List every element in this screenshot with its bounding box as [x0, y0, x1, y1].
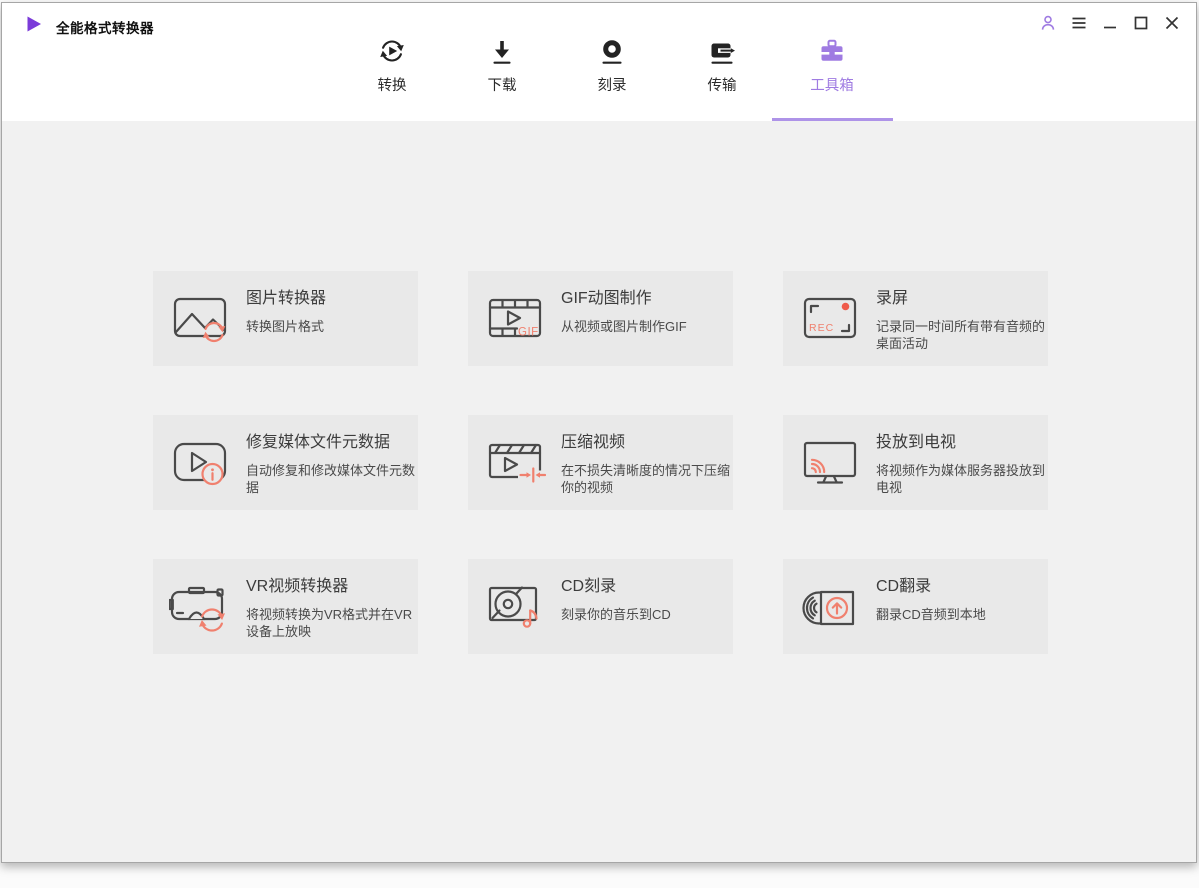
card-fix-metadata[interactable]: 修复媒体文件元数据 自动修复和修改媒体文件元数据	[153, 415, 418, 510]
tab-burn-label: 刻录	[597, 78, 627, 94]
card-vr-converter[interactable]: VR视频转换器 将视频转换为VR格式并在VR设备上放映	[153, 559, 418, 654]
card-cd-ripper[interactable]: CD翻录 翻录CD音频到本地	[783, 559, 1048, 654]
vr-converter-icon	[169, 586, 225, 632]
cast-to-tv-icon	[803, 441, 857, 484]
titlebar: 全能格式转换器	[24, 14, 154, 39]
app-header: 全能格式转换器 转换 下载 刻录 传输 工具箱	[2, 3, 1196, 121]
card-desc: 自动修复和修改媒体文件元数据	[246, 463, 416, 495]
download-icon	[488, 36, 516, 66]
card-title: 录屏	[876, 290, 909, 307]
close-icon[interactable]	[1162, 13, 1182, 33]
tab-toolbox[interactable]: 工具箱	[777, 36, 887, 98]
tab-burn[interactable]: 刻录	[557, 36, 667, 98]
card-gif-maker[interactable]: GIF GIF动图制作 从视频或图片制作GIF	[468, 271, 733, 366]
fix-metadata-icon	[173, 442, 227, 486]
window-title: 全能格式转换器	[56, 20, 154, 36]
card-title: VR视频转换器	[246, 578, 349, 595]
card-desc: 在不损失清晰度的情况下压缩你的视频	[561, 463, 731, 495]
menu-icon[interactable]	[1069, 13, 1089, 33]
card-desc: 记录同一时间所有带有音频的桌面活动	[876, 319, 1046, 351]
card-compress-video[interactable]: 压缩视频 在不损失清晰度的情况下压缩你的视频	[468, 415, 733, 510]
card-desc: 从视频或图片制作GIF	[561, 319, 687, 334]
maximize-icon[interactable]	[1131, 13, 1151, 33]
app-window: 全能格式转换器 转换 下载 刻录 传输 工具箱 图片转换器 转换图片格式 GIF…	[1, 2, 1197, 863]
minimize-icon[interactable]	[1100, 13, 1120, 33]
tab-convert[interactable]: 转换	[337, 36, 447, 98]
main-nav: 转换 下载 刻录 传输 工具箱	[337, 36, 887, 98]
cd-burner-icon	[488, 586, 538, 628]
card-title: CD翻录	[876, 578, 932, 595]
burn-icon	[598, 36, 626, 66]
card-desc: 将视频转换为VR格式并在VR设备上放映	[246, 607, 413, 639]
card-cd-burner[interactable]: CD刻录 刻录你的音乐到CD	[468, 559, 733, 654]
card-desc: 将视频作为媒体服务器投放到电视	[876, 463, 1046, 495]
rec-label: REC	[809, 322, 834, 334]
active-tab-indicator	[772, 118, 893, 121]
card-title: 投放到电视	[876, 434, 957, 451]
account-icon[interactable]	[1038, 13, 1058, 33]
card-cast-to-tv[interactable]: 投放到电视 将视频作为媒体服务器投放到电视	[783, 415, 1048, 510]
card-title: 压缩视频	[561, 434, 626, 451]
convert-icon	[378, 36, 406, 66]
toolbox-grid: 图片转换器 转换图片格式 GIF GIF动图制作 从视频或图片制作GIF REC…	[153, 271, 1048, 654]
toolbox-icon	[818, 36, 846, 66]
card-screen-recorder[interactable]: REC 录屏 记录同一时间所有带有音频的桌面活动	[783, 271, 1048, 366]
card-title: 图片转换器	[246, 290, 327, 307]
gif-maker-icon: GIF	[488, 298, 542, 339]
tab-toolbox-label: 工具箱	[810, 78, 854, 94]
card-image-converter[interactable]: 图片转换器 转换图片格式	[153, 271, 418, 366]
transfer-icon	[708, 36, 736, 66]
card-desc: 刻录你的音乐到CD	[561, 607, 671, 622]
card-desc: 转换图片格式	[246, 319, 325, 334]
tab-download[interactable]: 下载	[447, 36, 557, 98]
card-title: GIF动图制作	[561, 290, 652, 307]
play-logo-icon	[24, 14, 44, 39]
card-title: CD刻录	[561, 578, 617, 595]
image-converter-icon	[173, 297, 227, 343]
window-controls	[1038, 13, 1182, 33]
tab-transfer[interactable]: 传输	[667, 36, 777, 98]
tab-transfer-label: 传输	[707, 78, 737, 94]
tab-convert-label: 转换	[377, 78, 407, 94]
card-desc: 翻录CD音频到本地	[876, 607, 986, 622]
card-title: 修复媒体文件元数据	[246, 434, 391, 451]
screen-recorder-icon: REC	[803, 297, 857, 339]
compress-video-icon	[488, 443, 546, 483]
gif-label: GIF	[518, 327, 539, 339]
cd-ripper-icon	[802, 590, 855, 626]
tab-download-label: 下载	[487, 78, 517, 94]
